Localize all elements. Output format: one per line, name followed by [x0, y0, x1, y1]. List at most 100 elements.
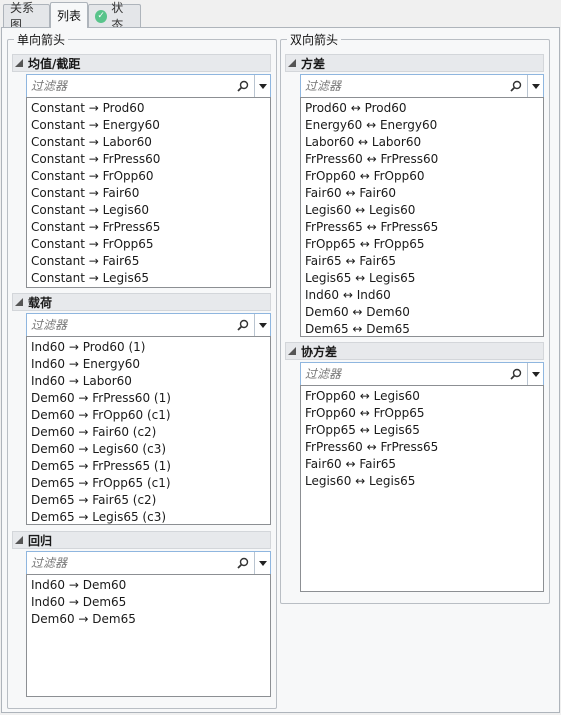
list-item[interactable]: Constant → FrPress60 [27, 151, 270, 168]
tab-label: 列表 [57, 9, 82, 23]
group-title: 双向箭头 [287, 31, 342, 48]
variances-section: 方差 Prod60 ↔ Prod60 Energy60 ↔ Energy60 L… [285, 54, 544, 339]
search-icon[interactable] [232, 552, 254, 574]
group-title: 单向箭头 [14, 31, 69, 48]
list-item[interactable]: Ind60 → Prod60 (1) [27, 339, 270, 356]
list-item[interactable]: Constant → Legis60 [27, 202, 270, 219]
means-intercepts-section: 均值/截距 Constant → Prod60 Constant → Energ… [12, 54, 271, 292]
list-item[interactable]: Energy60 ↔ Energy60 [301, 117, 543, 134]
list-item[interactable]: Ind60 ↔ Ind60 [301, 287, 543, 304]
list-item[interactable]: Constant → Energy60 [27, 117, 270, 134]
list-item[interactable]: Constant → Legis65 [27, 270, 270, 287]
list-item[interactable]: Labor60 ↔ Labor60 [301, 134, 543, 151]
list-item[interactable]: Dem65 ↔ Dem65 [301, 321, 543, 336]
list-item[interactable]: Constant → FrOpp60 [27, 168, 270, 185]
list-item[interactable]: Prod60 ↔ Prod60 [301, 100, 543, 117]
filter-input[interactable] [27, 314, 232, 336]
tab-status[interactable]: ✓ 状态 [88, 1, 141, 32]
list-item[interactable]: Dem60 ↔ Dem60 [301, 304, 543, 321]
list-item[interactable]: Fair60 ↔ Fair60 [301, 185, 543, 202]
covariances-section: 协方差 FrOpp60 ↔ Legis60 FrOpp60 ↔ FrOpp65 … [285, 342, 544, 593]
loadings-list[interactable]: Ind60 → Prod60 (1) Ind60 → Energy60 Ind6… [26, 336, 271, 525]
list-item[interactable]: Dem60 → Legis60 (c3) [27, 441, 270, 458]
list-item[interactable]: Constant → Prod60 [27, 100, 270, 117]
filter-bar [26, 551, 271, 575]
chevron-down-icon [531, 83, 540, 89]
section-title: 载荷 [28, 295, 53, 310]
two-way-arrows-group: 双向箭头 方差 Prod60 ↔ Prod60 Energy60 ↔ Energ… [280, 31, 550, 604]
regressions-section: 回归 Ind60 → Dem60 Ind60 → Dem65 Dem60 → D… [12, 531, 271, 707]
list-item[interactable]: Dem60 → Fair60 (c2) [27, 424, 270, 441]
section-header[interactable]: 回归 [12, 531, 271, 549]
chevron-down-icon [531, 371, 540, 377]
regressions-list[interactable]: Ind60 → Dem60 Ind60 → Dem65 Dem60 → Dem6… [26, 574, 271, 697]
list-panel: 单向箭头 均值/截距 Constant → Prod60 Constant → … [1, 27, 560, 713]
list-item[interactable]: Ind60 → Labor60 [27, 373, 270, 390]
filter-input[interactable] [27, 75, 232, 97]
tab-bar: 关系图 列表 ✓ 状态 [0, 0, 561, 32]
filter-bar [26, 74, 271, 98]
search-icon[interactable] [232, 314, 254, 336]
tab-list[interactable]: 列表 [50, 2, 88, 28]
list-item[interactable]: Dem65 → Fair65 (c2) [27, 492, 270, 509]
filter-dropdown-button[interactable] [527, 75, 543, 97]
chevron-down-icon [258, 83, 267, 89]
list-item[interactable]: Legis65 ↔ Legis65 [301, 270, 543, 287]
list-item[interactable]: Ind60 → Energy60 [27, 356, 270, 373]
search-icon[interactable] [505, 363, 527, 385]
list-item[interactable]: Constant → Labor60 [27, 134, 270, 151]
collapse-triangle-icon[interactable] [15, 59, 23, 67]
search-icon[interactable] [505, 75, 527, 97]
list-item[interactable]: Legis60 ↔ Legis60 [301, 202, 543, 219]
list-item[interactable]: Dem65 → FrOpp65 (c1) [27, 475, 270, 492]
filter-dropdown-button[interactable] [254, 552, 270, 574]
list-item[interactable]: Legis60 ↔ Legis65 [301, 473, 543, 490]
list-item[interactable]: FrOpp60 ↔ FrOpp60 [301, 168, 543, 185]
one-way-arrows-group: 单向箭头 均值/截距 Constant → Prod60 Constant → … [7, 31, 277, 709]
list-item[interactable]: FrPress60 ↔ FrPress60 [301, 151, 543, 168]
list-item[interactable]: Dem60 → Dem65 [27, 611, 270, 628]
section-header[interactable]: 均值/截距 [12, 54, 271, 72]
search-icon[interactable] [232, 75, 254, 97]
list-item[interactable]: Dem65 → FrPress65 (1) [27, 458, 270, 475]
filter-dropdown-button[interactable] [254, 75, 270, 97]
list-item[interactable]: Constant → FrPress65 [27, 219, 270, 236]
collapse-triangle-icon[interactable] [288, 59, 296, 67]
list-item[interactable]: FrPress65 ↔ FrPress65 [301, 219, 543, 236]
list-item[interactable]: FrOpp65 ↔ Legis65 [301, 422, 543, 439]
filter-input[interactable] [27, 552, 232, 574]
filter-dropdown-button[interactable] [254, 314, 270, 336]
list-item[interactable]: Dem65 → Legis65 (c3) [27, 509, 270, 524]
collapse-triangle-icon[interactable] [15, 298, 23, 306]
section-title: 回归 [28, 533, 53, 548]
list-item[interactable]: FrPress60 ↔ FrPress65 [301, 439, 543, 456]
means-list[interactable]: Constant → Prod60 Constant → Energy60 Co… [26, 97, 271, 288]
section-header[interactable]: 协方差 [285, 342, 544, 360]
section-header[interactable]: 载荷 [12, 293, 271, 311]
collapse-triangle-icon[interactable] [15, 536, 23, 544]
filter-bar [300, 74, 544, 98]
chevron-down-icon [258, 322, 267, 328]
list-item[interactable]: FrOpp60 ↔ Legis60 [301, 388, 543, 405]
filter-bar [300, 362, 544, 386]
tab-path-diagram[interactable]: 关系图 [3, 1, 50, 32]
list-item[interactable]: Constant → Fair65 [27, 253, 270, 270]
list-item[interactable]: Constant → Fair60 [27, 185, 270, 202]
list-item[interactable]: Ind60 → Dem65 [27, 594, 270, 611]
list-item[interactable]: Ind60 → Dem60 [27, 577, 270, 594]
list-item[interactable]: Dem60 → FrOpp60 (c1) [27, 407, 270, 424]
list-item[interactable]: Fair65 ↔ Fair65 [301, 253, 543, 270]
filter-input[interactable] [301, 75, 505, 97]
list-item[interactable]: Fair60 ↔ Fair65 [301, 456, 543, 473]
collapse-triangle-icon[interactable] [288, 347, 296, 355]
check-icon: ✓ [95, 9, 108, 23]
list-item[interactable]: Constant → FrOpp65 [27, 236, 270, 253]
covariances-list[interactable]: FrOpp60 ↔ Legis60 FrOpp60 ↔ FrOpp65 FrOp… [300, 385, 544, 592]
filter-input[interactable] [301, 363, 505, 385]
list-item[interactable]: FrOpp60 ↔ FrOpp65 [301, 405, 543, 422]
filter-dropdown-button[interactable] [527, 363, 543, 385]
list-item[interactable]: Dem60 → FrPress60 (1) [27, 390, 270, 407]
list-item[interactable]: FrOpp65 ↔ FrOpp65 [301, 236, 543, 253]
section-header[interactable]: 方差 [285, 54, 544, 72]
variances-list[interactable]: Prod60 ↔ Prod60 Energy60 ↔ Energy60 Labo… [300, 97, 544, 337]
